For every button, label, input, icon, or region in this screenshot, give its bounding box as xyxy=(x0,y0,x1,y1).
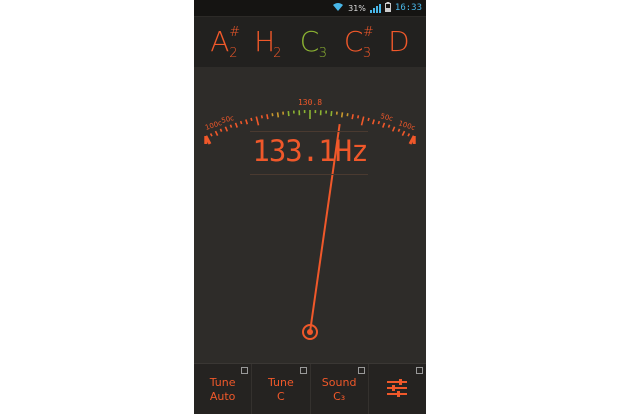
gauge-tick xyxy=(229,124,233,128)
button-sublabel: Auto xyxy=(209,389,236,403)
note-octave: 3 xyxy=(362,46,372,61)
button-sublabel: C xyxy=(277,389,285,403)
note-octave: 2 xyxy=(273,46,282,61)
note-h-2[interactable]: H2 xyxy=(254,25,281,61)
note-letter: C xyxy=(343,25,364,58)
signal-icon xyxy=(369,3,381,13)
gauge-tick xyxy=(260,115,264,119)
menu-corner-icon xyxy=(357,367,365,374)
gauge-tick xyxy=(266,114,269,120)
gauge-tick xyxy=(397,128,401,132)
gauge-tick xyxy=(346,113,349,117)
note-c-sharp-3[interactable]: C #3 xyxy=(343,25,374,60)
right-100c-label: 100c xyxy=(397,119,416,132)
needle-pivot-center xyxy=(307,329,313,335)
note-d[interactable]: D xyxy=(388,28,410,56)
gauge-tick xyxy=(377,120,381,125)
menu-corner-icon xyxy=(299,367,307,374)
note-letter: A xyxy=(210,25,230,58)
sound-button[interactable]: Sound C₃ xyxy=(311,364,369,414)
battery-icon xyxy=(384,1,391,15)
gauge-tick xyxy=(351,114,354,120)
phone-screen: 31% 16:33 A #2 H2 C3 C #3 D 130.8 100c 50c… xyxy=(194,0,426,414)
note-sharp: # xyxy=(362,25,374,40)
button-label: Tune xyxy=(209,375,236,389)
note-octave: 3 xyxy=(318,46,328,61)
gauge-tick xyxy=(250,117,253,122)
gauge-tick xyxy=(367,117,370,122)
clock: 16:33 xyxy=(394,3,422,13)
gauge-dial: 130.8 100c 50c 50c 100c xyxy=(204,98,416,340)
wifi-icon xyxy=(332,2,344,15)
note-a-sharp-2[interactable]: A #2 xyxy=(210,25,240,60)
gauge-tick xyxy=(276,112,280,118)
button-label: Tune xyxy=(267,375,294,389)
note-c-3[interactable]: C3 xyxy=(299,25,327,61)
note-strip: A #2 H2 C3 C #3 D xyxy=(194,17,426,67)
menu-corner-icon xyxy=(241,367,249,374)
tune-c-button[interactable]: Tune C xyxy=(252,364,311,414)
note-letter: H xyxy=(254,25,276,58)
status-bar: 31% 16:33 xyxy=(194,0,426,16)
gauge-tick xyxy=(360,116,365,126)
gauge-tick xyxy=(371,119,375,125)
frequency-readout: 133.1Hz xyxy=(252,134,368,168)
gauge-tick xyxy=(239,120,243,125)
bottom-toolbar: Tune Auto Tune C Sound C₃ xyxy=(194,363,426,414)
menu-corner-icon xyxy=(416,367,423,374)
target-frequency-label: 130.8 xyxy=(298,98,322,107)
gauge-tick xyxy=(356,115,360,119)
gauge-tick xyxy=(234,122,238,128)
note-sharp: # xyxy=(229,25,241,40)
gauge-tick xyxy=(382,122,386,128)
note-letter: D xyxy=(388,25,410,58)
left-50c-label: 50c xyxy=(221,114,235,125)
tune-auto-button[interactable]: Tune Auto xyxy=(194,364,253,414)
button-label: Sound xyxy=(321,375,357,389)
gauge-tick xyxy=(340,112,344,118)
gauge-tick xyxy=(219,128,223,132)
gauge-tick xyxy=(255,116,260,126)
button-sublabel: C₃ xyxy=(333,389,346,403)
gauge-tick xyxy=(391,126,396,132)
gauge-tick xyxy=(387,124,391,128)
tuner-gauge: 130.8 100c 50c 50c 100c xyxy=(194,67,426,363)
note-octave: 2 xyxy=(229,46,238,61)
sliders-icon xyxy=(386,378,408,402)
right-50c-label: 50c xyxy=(380,112,394,123)
gauge-tick xyxy=(245,119,249,125)
gauge-tick xyxy=(271,113,274,117)
settings-button[interactable] xyxy=(369,364,426,414)
battery-percent: 31% xyxy=(348,3,366,13)
gauge-tick xyxy=(224,126,229,132)
note-letter: C xyxy=(299,25,320,58)
